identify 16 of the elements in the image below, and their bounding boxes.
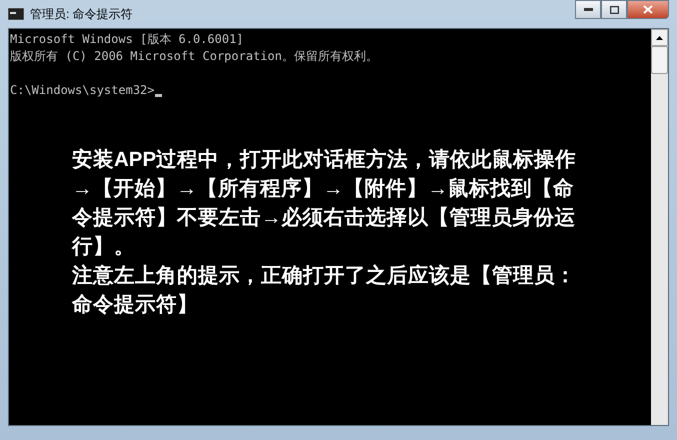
maximize-icon	[610, 6, 618, 14]
console-line: Microsoft Windows [版本 6.0.6001]	[10, 32, 244, 46]
instruction-text: 注意左上角的提示，正确打开了之后应该是【管理员：命令提示符】	[72, 263, 577, 318]
command-prompt: C:\Windows\system32>	[10, 82, 154, 99]
window-title: 管理员: 命令提示符	[30, 6, 133, 23]
console-line: 版权所有 (C) 2006 Microsoft Corporation。保留所有权利。	[10, 49, 378, 63]
close-button[interactable]	[627, 0, 669, 19]
up-arrow-icon	[656, 36, 663, 40]
close-icon	[643, 5, 653, 14]
minimize-button[interactable]	[575, 0, 601, 19]
minimize-icon	[584, 8, 592, 12]
instruction-text: 安装APP过程中，打开此对话框方法，请依此鼠标操作→【开始】→【所有程序】→【附件】→鼠标找到【命令提示符】不要左击→必须右击选择以【管理员身份运行】。	[72, 147, 578, 260]
scroll-up-button[interactable]	[651, 29, 668, 46]
scroll-thumb[interactable]	[651, 46, 668, 74]
console-icon	[8, 8, 24, 20]
maximize-button[interactable]	[601, 0, 627, 19]
